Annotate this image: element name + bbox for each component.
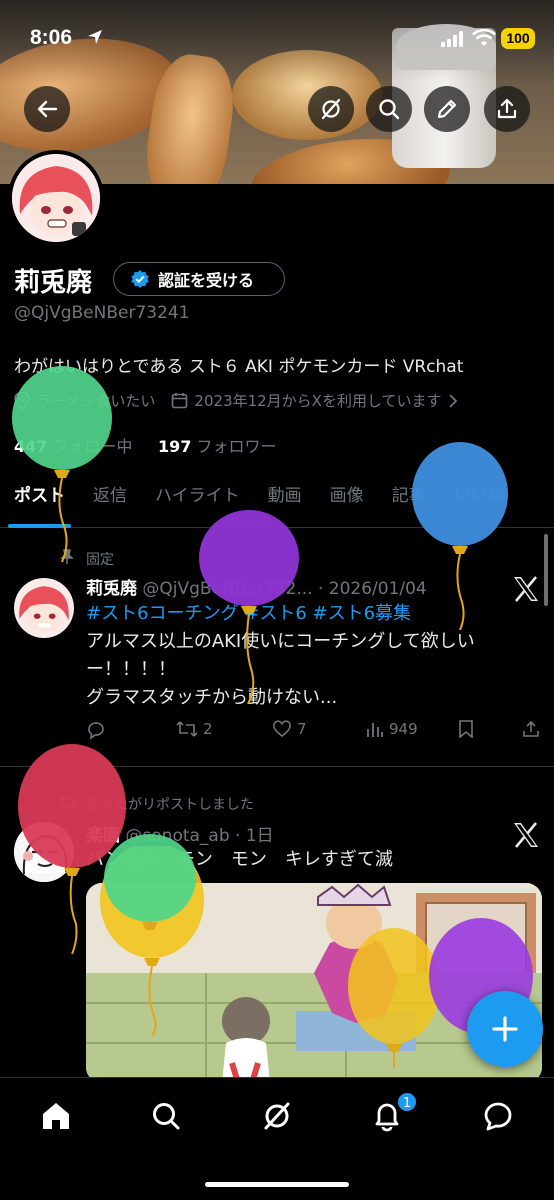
nav-search[interactable]	[146, 1096, 186, 1136]
joined-text: 2023年12月からXを利用しています	[194, 392, 442, 410]
profile-avatar[interactable]	[8, 150, 104, 246]
grok-icon	[321, 98, 341, 120]
post-avatar[interactable]	[14, 578, 74, 638]
plus-icon	[492, 1016, 518, 1042]
heart-icon	[273, 720, 291, 738]
bookmark-button[interactable]	[458, 720, 474, 738]
get-verified-button[interactable]: 認証を受ける	[113, 262, 285, 296]
share-button[interactable]	[484, 86, 530, 132]
repost-count: 2	[203, 720, 213, 738]
balloon-blue	[412, 442, 508, 630]
like-count: 7	[297, 720, 307, 738]
notification-badge: 1	[396, 1091, 418, 1113]
profile-name: 莉兎廃	[14, 268, 93, 298]
home-indicator[interactable]	[205, 1182, 349, 1187]
reply-button[interactable]	[86, 720, 106, 740]
avatar-image	[12, 154, 100, 242]
balloon-green-small	[104, 834, 196, 930]
share-icon	[523, 720, 539, 737]
grok-icon	[264, 1102, 290, 1130]
profile-handle: @QjVgBeNBer73241	[14, 303, 190, 323]
wifi-icon	[472, 29, 496, 46]
reply-icon	[88, 722, 104, 740]
like-button[interactable]: 7	[272, 720, 307, 738]
balloon-green	[12, 366, 112, 562]
post-author[interactable]: 莉兎廃	[86, 579, 137, 599]
cellular-signal-icon	[441, 31, 463, 47]
views-count: 949	[389, 720, 418, 738]
status-bar: 8:06 100	[0, 0, 554, 56]
nav-grok[interactable]	[257, 1096, 297, 1136]
chevron-right-icon	[448, 393, 457, 408]
x-logo-icon[interactable]	[512, 822, 540, 848]
post-text-line-2: ー！！！！	[86, 659, 176, 680]
scrollbar[interactable]	[544, 534, 548, 606]
messages-icon	[484, 1102, 512, 1131]
bookmark-icon	[459, 720, 473, 738]
get-verified-label: 認証を受ける	[158, 271, 255, 290]
home-icon	[43, 1103, 69, 1129]
search-button[interactable]	[366, 86, 412, 132]
back-icon	[37, 100, 58, 118]
nav-messages[interactable]	[478, 1096, 518, 1136]
battery-indicator: 100	[501, 28, 535, 49]
search-icon	[153, 1103, 180, 1130]
x-logo-icon[interactable]	[512, 576, 540, 602]
compose-button[interactable]	[467, 991, 543, 1067]
post-date: · 1日	[235, 826, 274, 846]
edit-button[interactable]	[424, 86, 470, 132]
share-icon	[497, 98, 517, 119]
avatar-illustration	[12, 154, 100, 242]
nav-home[interactable]	[36, 1096, 76, 1136]
status-time: 8:06	[30, 26, 73, 49]
back-button[interactable]	[24, 86, 70, 132]
profile-joined[interactable]: 2023年12月からXを利用しています	[171, 390, 457, 411]
repost-button[interactable]: 2	[176, 720, 213, 738]
followers-count: 197	[157, 437, 192, 456]
calendar-icon	[172, 393, 188, 409]
location-arrow-icon	[88, 30, 102, 44]
grok-button[interactable]	[308, 86, 354, 132]
post-share-button[interactable]	[522, 720, 540, 738]
balloon-purple	[199, 510, 299, 704]
views-chart-icon	[367, 723, 383, 737]
post-avatar-illustration	[14, 578, 74, 638]
search-icon	[379, 99, 400, 120]
verified-badge-icon	[131, 270, 149, 288]
edit-icon	[437, 99, 457, 119]
views-button[interactable]: 949	[366, 720, 418, 738]
followers-label: フォロワー	[196, 437, 277, 456]
tab-images[interactable]: 画像	[316, 470, 378, 528]
followers-link[interactable]: 197 フォロワー	[158, 437, 277, 456]
repost-icon	[176, 721, 198, 737]
